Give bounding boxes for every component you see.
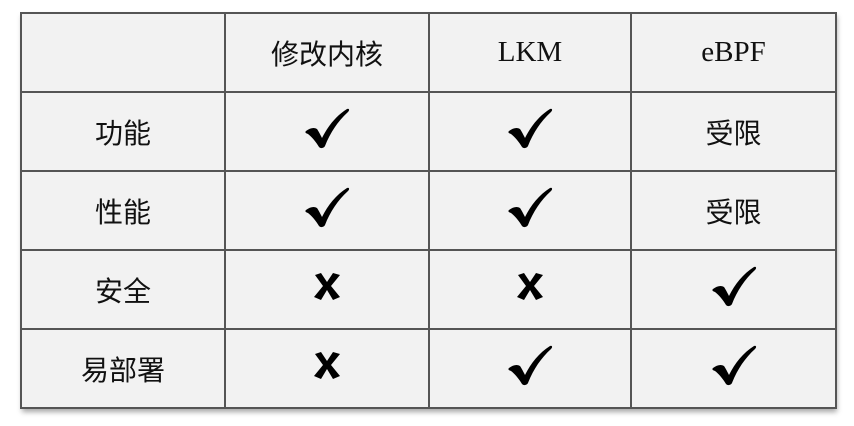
table-row: 性能 受限: [20, 170, 837, 251]
header-lkm: LKM: [428, 12, 632, 93]
check-icon: [507, 107, 553, 156]
row-label: 易部署: [20, 328, 226, 409]
check-icon: [304, 186, 350, 235]
comparison-table-container: 修改内核 LKM eBPF 功能 受限 性能 受限 安全 易部署: [20, 12, 837, 409]
table-cell: 受限: [630, 91, 837, 172]
check-icon: [304, 107, 350, 156]
table-row: 功能 受限: [20, 91, 837, 172]
table-row: 安全: [20, 249, 837, 330]
cross-icon: [312, 271, 342, 308]
check-icon: [507, 344, 553, 393]
header-row: 修改内核 LKM eBPF: [20, 12, 837, 93]
table-row: 易部署: [20, 328, 837, 409]
table-cell: [428, 249, 632, 330]
row-label: 性能: [20, 170, 226, 251]
check-icon: [507, 186, 553, 235]
cross-icon: [312, 350, 342, 387]
cross-icon: [515, 271, 545, 308]
table-cell: [224, 328, 430, 409]
comparison-table: 修改内核 LKM eBPF 功能 受限 性能 受限 安全 易部署: [20, 12, 837, 409]
table-cell: [428, 328, 632, 409]
table-cell: [630, 249, 837, 330]
header-ebpf: eBPF: [630, 12, 837, 93]
row-label: 安全: [20, 249, 226, 330]
table-cell: [224, 170, 430, 251]
table-cell: 受限: [630, 170, 837, 251]
table-cell: [224, 249, 430, 330]
header-corner-cell: [20, 12, 226, 93]
row-label: 功能: [20, 91, 226, 172]
table-cell: [224, 91, 430, 172]
table-cell: [428, 170, 632, 251]
table-cell: [630, 328, 837, 409]
header-modify-kernel: 修改内核: [224, 12, 430, 93]
table-cell: [428, 91, 632, 172]
check-icon: [711, 344, 757, 393]
check-icon: [711, 265, 757, 314]
